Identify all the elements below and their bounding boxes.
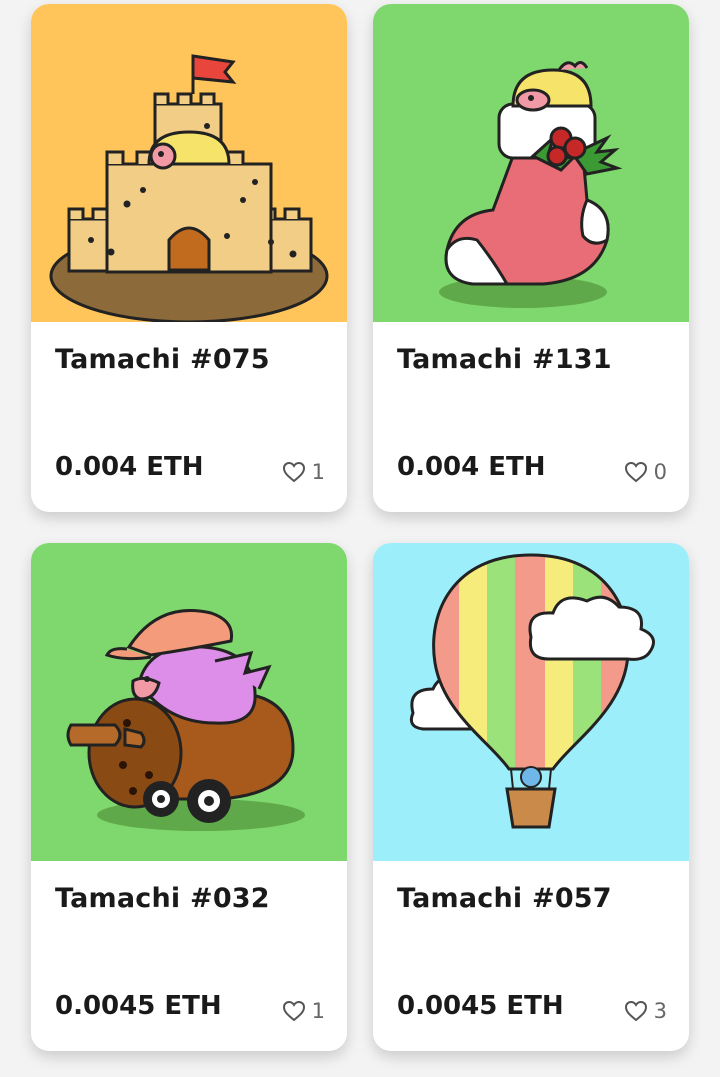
nft-price: 0.004 ETH xyxy=(55,452,204,482)
nft-title[interactable]: Tamachi #032 xyxy=(55,883,270,914)
nft-price: 0.0045 ETH xyxy=(397,991,564,1021)
cannon-car-illustration xyxy=(66,609,305,831)
like-count: 3 xyxy=(653,999,667,1023)
like-button[interactable]: 1 xyxy=(282,460,325,484)
nft-grid: Tamachi #075 0.004 ETH 1 Tamachi #131 0.… xyxy=(0,0,720,1077)
nft-card[interactable]: Tamachi #131 0.004 ETH 0 xyxy=(373,4,689,512)
heart-icon xyxy=(624,461,647,483)
like-button[interactable]: 0 xyxy=(624,460,667,484)
nft-image-hot-air-balloon[interactable] xyxy=(373,543,689,861)
like-count: 1 xyxy=(311,460,325,484)
like-button[interactable]: 1 xyxy=(282,999,325,1023)
like-count: 0 xyxy=(653,460,667,484)
heart-icon xyxy=(624,1000,647,1022)
nft-image-cannon-car[interactable] xyxy=(31,543,347,861)
nft-image-sandcastle[interactable] xyxy=(31,4,347,322)
heart-icon xyxy=(282,461,305,483)
nft-price: 0.004 ETH xyxy=(397,452,546,482)
sandcastle-illustration xyxy=(49,54,329,322)
nft-card[interactable]: Tamachi #075 0.004 ETH 1 xyxy=(31,4,347,512)
nft-price: 0.0045 ETH xyxy=(55,991,222,1021)
christmas-stocking-illustration xyxy=(439,61,623,308)
nft-title[interactable]: Tamachi #075 xyxy=(55,344,270,375)
like-button[interactable]: 3 xyxy=(624,999,667,1023)
nft-title[interactable]: Tamachi #131 xyxy=(397,344,612,375)
nft-image-christmas-stocking[interactable] xyxy=(373,4,689,322)
hot-air-balloon-illustration xyxy=(409,553,655,829)
nft-title[interactable]: Tamachi #057 xyxy=(397,883,612,914)
heart-icon xyxy=(282,1000,305,1022)
nft-card[interactable]: Tamachi #057 0.0045 ETH 3 xyxy=(373,543,689,1051)
nft-card[interactable]: Tamachi #032 0.0045 ETH 1 xyxy=(31,543,347,1051)
like-count: 1 xyxy=(311,999,325,1023)
